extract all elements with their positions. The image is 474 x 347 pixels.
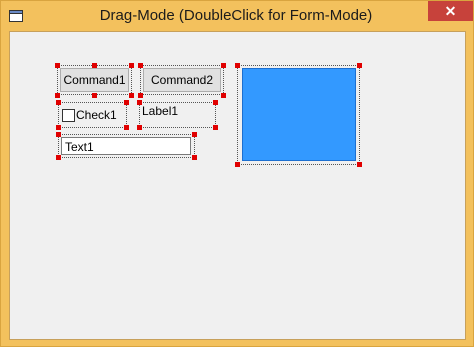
resize-handle[interactable] <box>221 93 226 98</box>
command1-button[interactable]: Command1 <box>60 68 129 92</box>
label1[interactable]: Label1 <box>142 104 214 124</box>
resize-handle[interactable] <box>55 63 60 68</box>
command2-button[interactable]: Command2 <box>143 68 221 92</box>
resize-handle[interactable] <box>137 100 142 105</box>
resize-handle[interactable] <box>138 93 143 98</box>
form-client-area[interactable]: Command1 Command2 Check1 Label1 Text1 <box>9 31 466 340</box>
window-title: Drag-Mode (DoubleClick for Form-Mode) <box>99 7 373 24</box>
resize-handle[interactable] <box>357 162 362 167</box>
resize-handle[interactable] <box>235 162 240 167</box>
blue-shape[interactable] <box>242 68 356 161</box>
resize-handle[interactable] <box>357 63 362 68</box>
resize-handle[interactable] <box>129 63 134 68</box>
resize-handle[interactable] <box>56 132 61 137</box>
resize-handle[interactable] <box>129 93 134 98</box>
resize-handle[interactable] <box>56 100 61 105</box>
resize-handle[interactable] <box>124 100 129 105</box>
resize-handle[interactable] <box>137 125 142 130</box>
checkbox-square[interactable] <box>62 109 75 122</box>
resize-handle[interactable] <box>138 63 143 68</box>
resize-handle[interactable] <box>56 155 61 160</box>
resize-handle[interactable] <box>213 100 218 105</box>
resize-handle[interactable] <box>235 63 240 68</box>
window-app-icon[interactable] <box>9 9 23 22</box>
text1-textbox[interactable]: Text1 <box>61 137 191 155</box>
resize-handle[interactable] <box>56 125 61 130</box>
resize-handle[interactable] <box>55 93 60 98</box>
resize-handle[interactable] <box>221 63 226 68</box>
title-bar[interactable]: Drag-Mode (DoubleClick for Form-Mode) ✕ <box>1 1 473 30</box>
check1-label: Check1 <box>76 108 117 122</box>
app-window: Drag-Mode (DoubleClick for Form-Mode) ✕ … <box>0 0 474 347</box>
resize-handle[interactable] <box>192 132 197 137</box>
resize-handle[interactable] <box>92 93 97 98</box>
resize-handle[interactable] <box>192 155 197 160</box>
resize-handle[interactable] <box>92 63 97 68</box>
resize-handle[interactable] <box>213 125 218 130</box>
check1-checkbox[interactable]: Check1 <box>60 104 125 126</box>
resize-handle[interactable] <box>124 125 129 130</box>
close-button[interactable]: ✕ <box>428 1 473 21</box>
